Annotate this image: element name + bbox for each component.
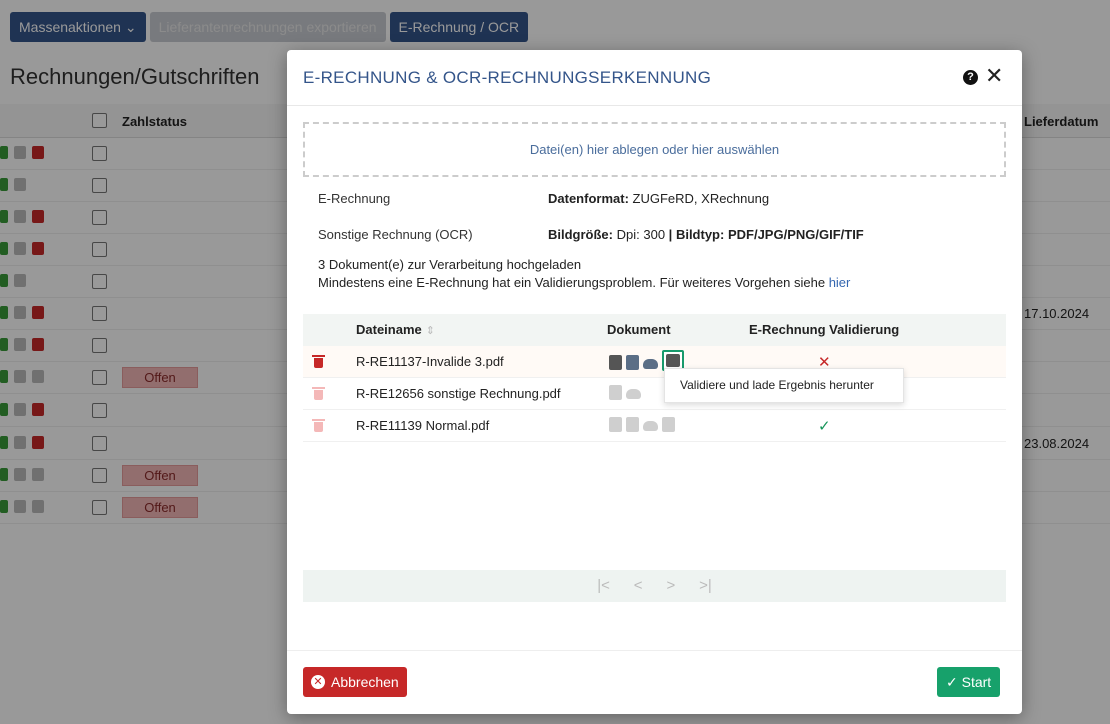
cloud-download-icon[interactable] bbox=[643, 421, 658, 431]
table-row: R-RE11139 Normal.pdf ✓ bbox=[303, 410, 1006, 442]
check-icon: ✓ bbox=[818, 418, 831, 435]
datenformat-info: Datenformat: ZUGFeRD, XRechnung bbox=[548, 191, 769, 206]
separator: | bbox=[668, 227, 673, 242]
first-page-button[interactable]: |< bbox=[597, 570, 610, 602]
start-label: Start bbox=[961, 674, 992, 690]
document-actions bbox=[609, 385, 641, 400]
close-icon[interactable]: ✕ bbox=[985, 64, 1003, 88]
column-document: Dokument bbox=[607, 322, 671, 337]
erechnung-ocr-dialog: E-RECHNUNG & OCR-RECHNUNGSERKENNUNG ? ✕ … bbox=[287, 50, 1022, 714]
validation-help-link[interactable]: hier bbox=[829, 275, 851, 290]
tooltip: Validiere und lade Ergebnis herunter bbox=[664, 368, 904, 403]
erechnung-label: E-Rechnung bbox=[318, 191, 391, 206]
file-name: R-RE11137-Invalide 3.pdf bbox=[356, 354, 504, 369]
datenformat-label: Datenformat: bbox=[548, 191, 629, 206]
validation-message: Mindestens eine E-Rechnung hat ein Valid… bbox=[318, 275, 850, 290]
trash-icon[interactable] bbox=[312, 355, 325, 368]
bildtyp-label: Bildtyp: bbox=[675, 227, 725, 242]
dialog-title: E-RECHNUNG & OCR-RECHNUNGSERKENNUNG bbox=[303, 68, 712, 87]
column-filename[interactable]: Dateiname ⇕ bbox=[356, 322, 435, 337]
cloud-download-icon[interactable] bbox=[643, 358, 658, 369]
start-button[interactable]: ✓ Start bbox=[937, 667, 1001, 697]
trash-icon[interactable] bbox=[312, 419, 325, 432]
file-name: R-RE12656 sonstige Rechnung.pdf bbox=[356, 386, 561, 401]
cancel-button[interactable]: ✕ Abbrechen bbox=[303, 667, 407, 697]
datenformat-value: ZUGFeRD, XRechnung bbox=[632, 191, 770, 206]
bildtyp-value: PDF/JPG/PNG/GIF/TIF bbox=[727, 227, 864, 242]
xml-file-icon[interactable] bbox=[626, 354, 639, 370]
bild-info: Bildgröße: Dpi: 300 | Bildtyp: PDF/JPG/P… bbox=[548, 227, 864, 242]
bildgroesse-value: Dpi: 300 bbox=[616, 227, 666, 242]
column-validation: E-Rechnung Validierung bbox=[749, 322, 900, 337]
file-name: R-RE11139 Normal.pdf bbox=[356, 418, 490, 433]
view-icon[interactable] bbox=[609, 417, 622, 432]
cancel-icon: ✕ bbox=[311, 675, 325, 689]
trash-icon[interactable] bbox=[312, 387, 325, 400]
document-actions bbox=[609, 417, 675, 432]
file-table-header: Dateiname ⇕ Dokument E-Rechnung Validieru… bbox=[303, 314, 1006, 346]
upload-message: 3 Dokument(e) zur Verarbeitung hochgelad… bbox=[318, 257, 582, 272]
last-page-button[interactable]: >| bbox=[699, 570, 712, 602]
next-page-button[interactable]: > bbox=[666, 570, 675, 602]
help-icon[interactable]: ? bbox=[963, 70, 978, 85]
validation-message-text: Mindestens eine E-Rechnung hat ein Valid… bbox=[318, 275, 826, 290]
pagination: |< < > >| bbox=[303, 570, 1006, 602]
sort-icon[interactable]: ⇕ bbox=[426, 325, 435, 337]
view-icon[interactable] bbox=[609, 354, 622, 370]
validate-download-icon[interactable] bbox=[662, 417, 675, 432]
file-dropzone[interactable]: Datei(en) hier ablegen oder hier auswähl… bbox=[303, 122, 1006, 177]
bildgroesse-label: Bildgröße: bbox=[548, 227, 613, 242]
view-icon[interactable] bbox=[609, 385, 622, 400]
column-filename-label: Dateiname bbox=[356, 322, 422, 337]
divider bbox=[287, 105, 1022, 106]
ocr-label: Sonstige Rechnung (OCR) bbox=[318, 227, 473, 242]
xml-file-icon[interactable] bbox=[626, 417, 639, 432]
divider bbox=[287, 650, 1022, 651]
cloud-download-icon[interactable] bbox=[626, 389, 641, 399]
prev-page-button[interactable]: < bbox=[634, 570, 643, 602]
check-icon: ✓ bbox=[946, 674, 958, 690]
cancel-label: Abbrechen bbox=[331, 674, 399, 690]
